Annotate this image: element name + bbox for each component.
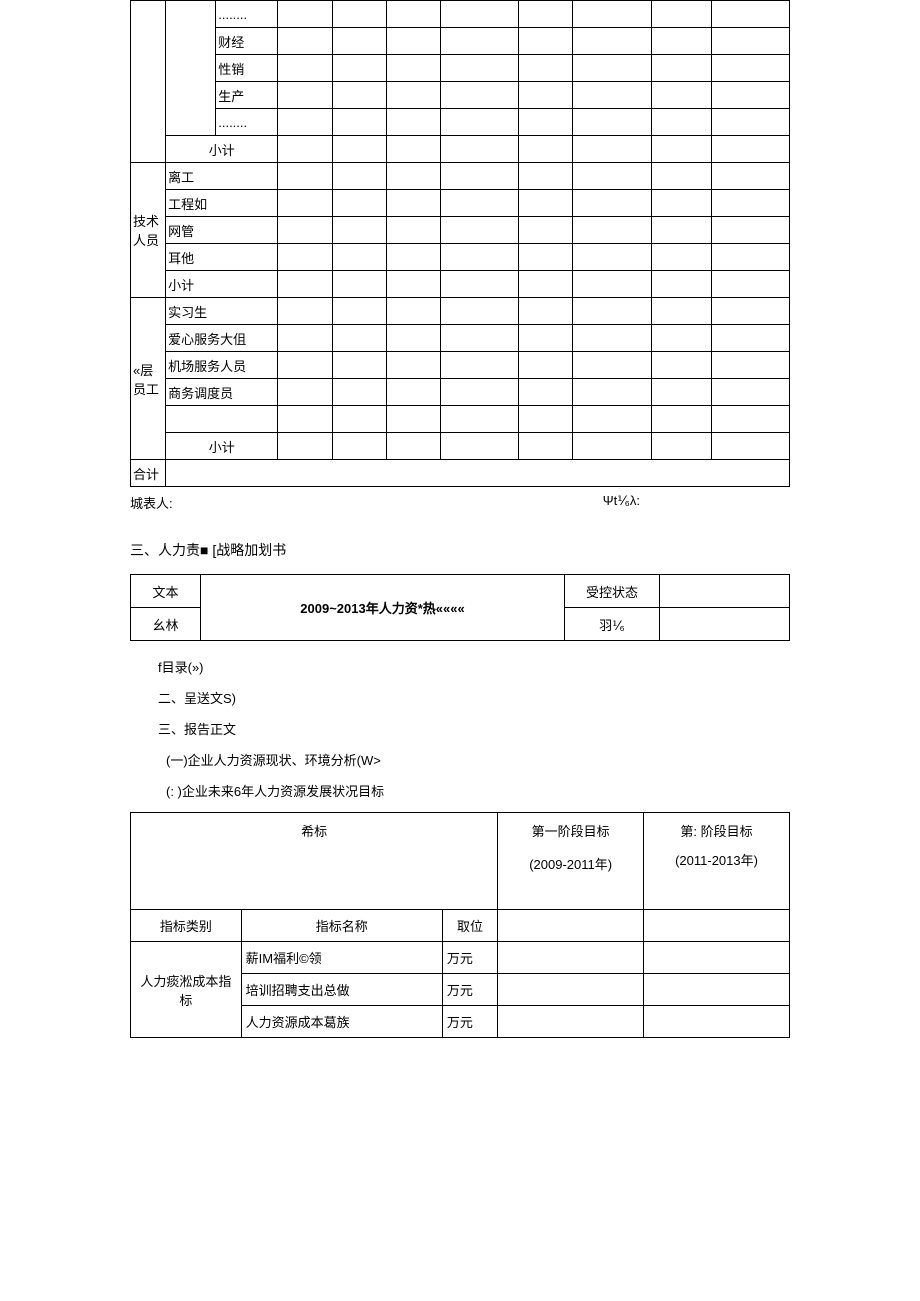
table-row: 生产 (131, 82, 790, 109)
table-row: 性销 (131, 55, 790, 82)
cell: 取位 (442, 910, 497, 942)
cell: 工程如 (166, 190, 278, 217)
cell: 万元 (442, 1006, 497, 1038)
cell: 希标 (131, 813, 498, 910)
phase1-label: 第一阶段目标 (502, 821, 639, 840)
doc-header-table: 文本 2009~2013年人力资*热«««« 受控状态 幺林 羽⅟₆ (130, 574, 790, 641)
doc-title: 2009~2013年人力资*热«««« (201, 575, 565, 641)
cell: 幺林 (131, 608, 201, 641)
table-row: 人力痰淞成本指标 薪IM福利©领 万元 (131, 942, 790, 974)
table-row: 机场服务人员 (131, 352, 790, 379)
phase1-years: (2009-2011年) (502, 854, 639, 873)
cell: 实习生 (166, 298, 278, 325)
toc-block: f目录(») 二、呈送文S) 三、报告正文 (一)企业人力资源现状、环境分析(W… (158, 657, 790, 800)
table-row: 小计 (131, 136, 790, 163)
table-row: 小计 (131, 433, 790, 460)
cell: 人力资源成本葛族 (241, 1006, 442, 1038)
personnel-category-table: ........ 财经 性销 生产 ........ 小计 技术人员离工 工程如… (130, 0, 790, 487)
table-row: 网管 (131, 217, 790, 244)
goals-table: 希标 第一阶段目标 (2009-2011年) 第: 阶段目标 (2011-201… (130, 812, 790, 1038)
toc-line: (一)企业人力资源现状、环境分析(W> (166, 750, 790, 769)
table-row: 希标 第一阶段目标 (2009-2011年) 第: 阶段目标 (2011-201… (131, 813, 790, 910)
signature-left: 城表人: (130, 493, 173, 512)
cell: 指标名称 (241, 910, 442, 942)
signature-row: 城表人: Ψt⅟₆λ: (130, 493, 790, 512)
cell: 生产 (216, 82, 278, 109)
cell: 薪IM福利©领 (241, 942, 442, 974)
cell: 离工 (166, 163, 278, 190)
table-row: 商务调度员 (131, 379, 790, 406)
table-row: 合计 (131, 460, 790, 487)
cell: 合计 (131, 460, 166, 487)
table-row: 技术人员离工 (131, 163, 790, 190)
cell: 第: 阶段目标 (2011-2013年) (644, 813, 790, 910)
phase2-years: (2011-2013年) (648, 850, 785, 869)
toc-line: 二、呈送文S) (158, 688, 790, 707)
cell: 培训招聘支出总做 (241, 974, 442, 1006)
cell: 爱心服务大伹 (166, 325, 278, 352)
table-row: 耳他 (131, 244, 790, 271)
table-row (131, 406, 790, 433)
table-row: 指标类别 指标名称 取位 (131, 910, 790, 942)
cell: ........ (216, 109, 278, 136)
table-row: «层员工实习生 (131, 298, 790, 325)
cell: 小计 (166, 271, 278, 298)
cell: 小计 (166, 433, 278, 460)
section-3-title: 三、人力责■ [战略加划书 (130, 540, 790, 560)
cell: 耳他 (166, 244, 278, 271)
cell: 小计 (166, 136, 278, 163)
cell: 商务调度员 (166, 379, 278, 406)
table-row: 工程如 (131, 190, 790, 217)
cell: «层员工 (131, 298, 166, 460)
cell: 文本 (131, 575, 201, 608)
cell: 万元 (442, 974, 497, 1006)
table-row: 财经 (131, 28, 790, 55)
cell: 指标类别 (131, 910, 242, 942)
cell: 机场服务人员 (166, 352, 278, 379)
toc-line: f目录(») (158, 657, 790, 676)
cell (166, 406, 278, 433)
table-row: ........ (131, 109, 790, 136)
toc-line: (: )企业未来6年人力资源发展状况目标 (166, 781, 790, 800)
cell: 人力痰淞成本指标 (131, 942, 242, 1038)
cell: ........ (216, 1, 278, 28)
cell: 受控状态 (565, 575, 660, 608)
cell: 财经 (216, 28, 278, 55)
cell: 网管 (166, 217, 278, 244)
cell: 羽⅟₆ (565, 608, 660, 641)
cell: 技术人员 (131, 163, 166, 298)
table-row: 小计 (131, 271, 790, 298)
cell: 性销 (216, 55, 278, 82)
table-row: 文本 2009~2013年人力资*热«««« 受控状态 (131, 575, 790, 608)
cell: 第一阶段目标 (2009-2011年) (498, 813, 644, 910)
signature-right: Ψt⅟₆λ: (603, 493, 640, 512)
phase2-label: 第: 阶段目标 (648, 821, 785, 840)
table-row: ........ (131, 1, 790, 28)
table-row: 爱心服务大伹 (131, 325, 790, 352)
cell: 万元 (442, 942, 497, 974)
toc-line: 三、报告正文 (158, 719, 790, 738)
